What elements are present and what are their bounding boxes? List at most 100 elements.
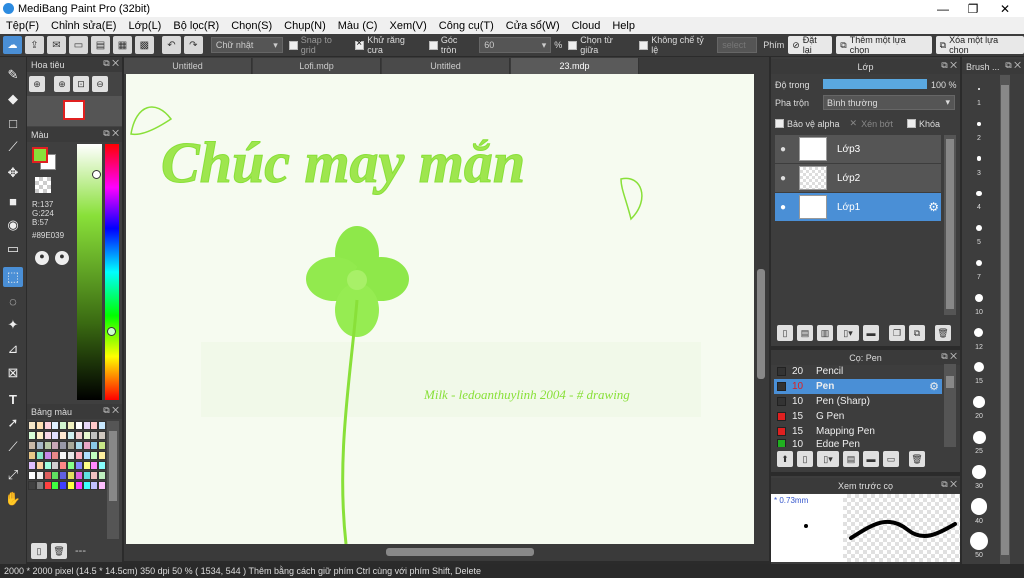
brush-pin-icon[interactable]: ⬆ <box>777 451 793 467</box>
new-brush-icon[interactable]: ▯ <box>797 451 813 467</box>
brush-size-option[interactable]: 15 <box>962 353 996 387</box>
palette-swatch[interactable] <box>67 451 75 460</box>
new-8bit-layer-icon[interactable]: ▥ <box>817 325 833 341</box>
share-icon[interactable]: ⇪ <box>24 36 44 54</box>
zoom-fit-icon[interactable]: ⊕ <box>29 76 45 92</box>
layer-settings-gear-icon[interactable]: ⚙ <box>928 200 939 214</box>
palette-swatch[interactable] <box>51 461 60 470</box>
panel-close-icon[interactable]: ⧉ ✕ <box>103 58 119 69</box>
palette-swatch[interactable] <box>43 481 52 490</box>
palette-more[interactable]: --- <box>75 545 86 557</box>
grid-icon[interactable]: ▩ <box>134 36 154 54</box>
palette-swatch[interactable] <box>82 431 91 440</box>
add-layer-menu-icon[interactable]: ▯▾ <box>837 325 859 341</box>
lock-checkbox[interactable] <box>907 119 917 128</box>
menu-select[interactable]: Chọn(S) <box>231 20 272 32</box>
tab-untitled-1[interactable]: Untitled <box>124 58 252 74</box>
palette-swatch[interactable] <box>35 471 44 480</box>
palette-swatch[interactable] <box>82 421 91 430</box>
palette-swatch[interactable] <box>28 481 36 490</box>
palette-swatch[interactable] <box>59 421 68 430</box>
palette-swatch[interactable] <box>43 471 52 480</box>
menu-window[interactable]: Cửa sổ(W) <box>506 20 560 32</box>
delete-brush-icon[interactable]: 🗑 <box>909 451 925 467</box>
select-eraser-tool-icon[interactable]: ⊠ <box>3 363 23 383</box>
move-tool-icon[interactable]: ✥ <box>3 163 23 183</box>
visibility-eye-icon[interactable]: ● <box>780 173 786 184</box>
panel-close-icon[interactable]: ⧉ ✕ <box>941 351 957 362</box>
menu-edit[interactable]: Chỉnh sửa(E) <box>51 20 116 32</box>
tab-untitled-2[interactable]: Untitled <box>382 58 510 74</box>
palette-swatch[interactable] <box>67 471 75 480</box>
divide-tool-icon[interactable]: ⟋ <box>3 437 23 457</box>
palette-swatch[interactable] <box>35 451 44 460</box>
menu-cloud[interactable]: Cloud <box>572 20 601 32</box>
palette-swatch[interactable] <box>67 481 75 490</box>
palette-swatch[interactable] <box>43 451 52 460</box>
brush-size-option[interactable]: 50 <box>962 527 996 561</box>
eyedropper-tool-icon[interactable]: ⤢ <box>3 465 23 485</box>
round-value-input[interactable]: 60 ▾ <box>479 37 552 53</box>
palette-swatch[interactable] <box>35 481 44 490</box>
palette-swatch[interactable] <box>51 451 60 460</box>
brush-folder-open-icon[interactable]: ▭ <box>883 451 899 467</box>
brush-download-icon[interactable]: ▤ <box>843 451 859 467</box>
vertical-scroll-thumb[interactable] <box>757 269 765 379</box>
bucket-tool-icon[interactable]: ◉ <box>3 215 23 235</box>
menu-layer[interactable]: Lớp(L) <box>128 20 161 32</box>
palette-swatch[interactable] <box>43 421 52 430</box>
opacity-slider[interactable] <box>823 79 927 89</box>
palette-swatch[interactable] <box>67 461 75 470</box>
palette-swatch[interactable] <box>82 471 91 480</box>
palette-swatch[interactable] <box>82 451 91 460</box>
palette-swatch[interactable] <box>51 471 60 480</box>
palette-swatch[interactable] <box>35 421 44 430</box>
palette-swatch[interactable] <box>74 451 83 460</box>
palette-swatch[interactable] <box>28 461 36 470</box>
palette-swatch[interactable] <box>28 471 36 480</box>
remove-selection-button[interactable]: ⧉ Xóa một lựa chọn <box>935 35 1024 55</box>
brush-scroll-thumb[interactable] <box>946 376 954 388</box>
brush-size-option[interactable]: 30 <box>962 458 996 492</box>
navigator-preview[interactable] <box>27 96 122 126</box>
brush-row[interactable]: 20 Pencil <box>774 364 942 379</box>
palette-swatch[interactable] <box>59 451 68 460</box>
eraser-tool-icon[interactable]: ◆ <box>3 89 23 109</box>
select-center-checkbox[interactable] <box>568 40 578 50</box>
zoom-actual-icon[interactable]: ⊡ <box>73 76 89 92</box>
saturation-value-picker[interactable] <box>77 144 102 400</box>
gradient-tool-icon[interactable]: ▭ <box>3 239 23 259</box>
palette-swatch[interactable] <box>98 461 107 470</box>
palette-swatch[interactable] <box>82 481 91 490</box>
palette-swatch[interactable] <box>59 461 68 470</box>
palette-swatch[interactable] <box>98 441 107 450</box>
layer-row-2[interactable]: ● Lớp2 <box>775 164 941 192</box>
color-palette-icon[interactable]: ● <box>35 251 49 265</box>
panel-close-icon[interactable]: ⧉ ✕ <box>1005 60 1021 71</box>
palette-swatch[interactable] <box>28 451 36 460</box>
palette-new-icon[interactable]: ▯ <box>31 543 47 559</box>
palette-delete-icon[interactable]: 🗑 <box>51 543 67 559</box>
menu-tools[interactable]: Công cụ(T) <box>439 20 494 32</box>
no-ratio-checkbox[interactable] <box>639 40 649 50</box>
palette-swatch[interactable] <box>90 461 99 470</box>
palette-swatch[interactable] <box>90 451 99 460</box>
palette-swatch[interactable] <box>74 481 83 490</box>
brush-size-option[interactable]: 3 <box>962 145 996 179</box>
layer-folder-icon[interactable]: ▬ <box>863 325 879 341</box>
horizontal-scroll-thumb[interactable] <box>386 548 534 556</box>
select-rect-tool-icon[interactable]: ⬚ <box>3 267 23 287</box>
brush-size-option[interactable]: 1 <box>962 75 996 109</box>
text-tool-icon[interactable]: T <box>3 389 23 409</box>
select-pen-tool-icon[interactable]: ⊿ <box>3 339 23 359</box>
palette-swatch[interactable] <box>90 421 99 430</box>
zoom-in-icon[interactable]: ⊕ <box>54 76 70 92</box>
menu-view[interactable]: Xem(V) <box>389 20 426 32</box>
canvas-horizontal-scrollbar[interactable] <box>126 545 754 559</box>
lasso-tool-icon[interactable]: ◌ <box>3 291 23 311</box>
line-tool-icon[interactable]: ⟋ <box>3 137 23 157</box>
palette-swatch[interactable] <box>35 431 44 440</box>
palette-swatch[interactable] <box>35 461 44 470</box>
brush-tool-icon[interactable]: ✎ <box>3 65 23 85</box>
layer-row-3[interactable]: ● Lớp3 <box>775 135 941 163</box>
